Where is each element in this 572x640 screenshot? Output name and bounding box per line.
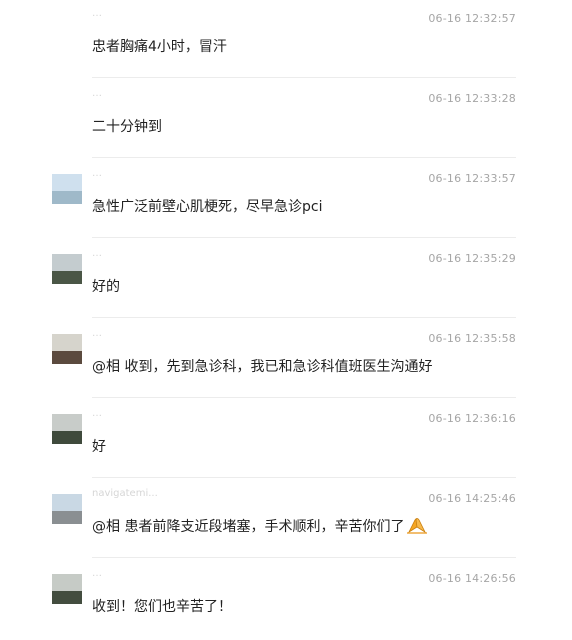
sender-name[interactable]: … <box>92 566 102 582</box>
message-text: 二十分钟到 <box>92 119 162 135</box>
message-time: 06-16 14:25:46 <box>428 492 516 505</box>
sender-name[interactable]: … <box>92 86 102 102</box>
message-time: 06-16 12:36:16 <box>428 412 516 425</box>
avatar[interactable] <box>52 174 82 204</box>
message-time: 06-16 12:35:29 <box>428 252 516 265</box>
avatar[interactable] <box>52 494 82 524</box>
message-text: @相 患者前降支近段堵塞，手术顺利，辛苦你们了 <box>92 516 428 536</box>
chat-message: … 06-16 12:33:28 二十分钟到 <box>0 80 572 160</box>
sender-name[interactable]: … <box>92 406 102 422</box>
message-text: @相 收到，先到急诊科，我已和急诊科值班医生沟通好 <box>92 359 433 375</box>
sender-name[interactable]: … <box>92 246 102 262</box>
chat-message: … 06-16 12:36:16 好 <box>0 400 572 480</box>
divider <box>92 397 516 398</box>
avatar[interactable] <box>52 254 82 284</box>
chat-message: … 06-16 12:35:58 @相 收到，先到急诊科，我已和急诊科值班医生沟… <box>0 320 572 400</box>
sender-name[interactable]: … <box>92 6 102 22</box>
message-text: 好的 <box>92 279 120 295</box>
divider <box>92 237 516 238</box>
chat-message: … 06-16 12:33:57 急性广泛前壁心肌梗死，尽早急诊pci <box>0 160 572 240</box>
sender-name[interactable]: navigatemi... <box>92 486 158 502</box>
sender-name[interactable]: … <box>92 166 102 182</box>
divider <box>92 557 516 558</box>
chat-message: navigatemi... 06-16 14:25:46 @相 患者前降支近段堵… <box>0 480 572 560</box>
chat-message: … 06-16 14:26:56 收到！您们也辛苦了！ <box>0 560 572 640</box>
divider <box>92 157 516 158</box>
divider <box>92 77 516 78</box>
message-time: 06-16 12:33:28 <box>428 92 516 105</box>
divider <box>92 317 516 318</box>
praying-hands-icon <box>407 518 428 534</box>
avatar[interactable] <box>52 334 82 364</box>
chat-message: … 06-16 12:32:57 忠者胸痛4小时，冒汗 <box>0 0 572 80</box>
message-text: 忠者胸痛4小时，冒汗 <box>92 39 227 55</box>
message-text: 急性广泛前壁心肌梗死，尽早急诊pci <box>92 199 323 215</box>
chat-message: … 06-16 12:35:29 好的 <box>0 240 572 320</box>
message-time: 06-16 12:35:58 <box>428 332 516 345</box>
avatar[interactable] <box>52 414 82 444</box>
divider <box>92 477 516 478</box>
message-text: 收到！您们也辛苦了！ <box>92 599 232 615</box>
avatar[interactable] <box>52 574 82 604</box>
message-time: 06-16 12:33:57 <box>428 172 516 185</box>
message-time: 06-16 12:32:57 <box>428 12 516 25</box>
message-text: 好 <box>92 439 106 455</box>
message-time: 06-16 14:26:56 <box>428 572 516 585</box>
sender-name[interactable]: … <box>92 326 102 342</box>
